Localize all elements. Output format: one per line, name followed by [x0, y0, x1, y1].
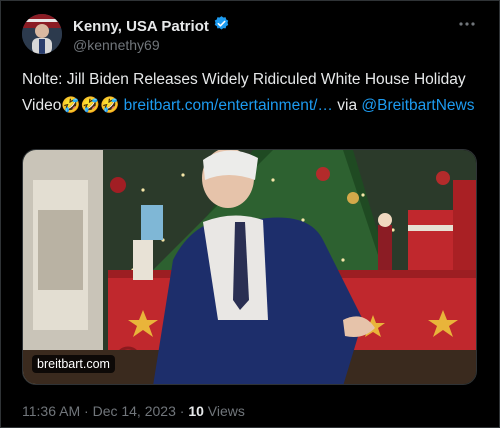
views-label: Views [207, 403, 245, 419]
via-word: via [337, 97, 358, 114]
tweet-text: Nolte: Jill Biden Releases Widely Ridicu… [22, 67, 482, 119]
user-handle[interactable]: @kennethy69 [73, 37, 160, 53]
verified-badge-icon [213, 15, 230, 37]
more-options-icon[interactable] [458, 14, 476, 32]
meta-separator: · [179, 403, 185, 419]
tweet-date[interactable]: Dec 14, 2023 [93, 403, 176, 419]
tweet-media-image[interactable] [22, 149, 477, 385]
article-link[interactable]: breitbart.com/entertainment/… [124, 97, 333, 114]
tweet-time[interactable]: 11:36 AM [22, 403, 80, 419]
emoji-laughing: 🤣🤣🤣 [61, 97, 120, 114]
views-count: 10 [188, 403, 204, 419]
media-source-badge: breitbart.com [32, 355, 115, 373]
meta-separator: · [84, 403, 89, 419]
tweet-meta: 11:36 AM · Dec 14, 2023 · 10 Views [22, 403, 245, 419]
mention-link[interactable]: @BreitbartNews [361, 97, 474, 114]
display-name[interactable]: Kenny, USA Patriot [73, 18, 209, 35]
avatar[interactable] [22, 14, 62, 54]
